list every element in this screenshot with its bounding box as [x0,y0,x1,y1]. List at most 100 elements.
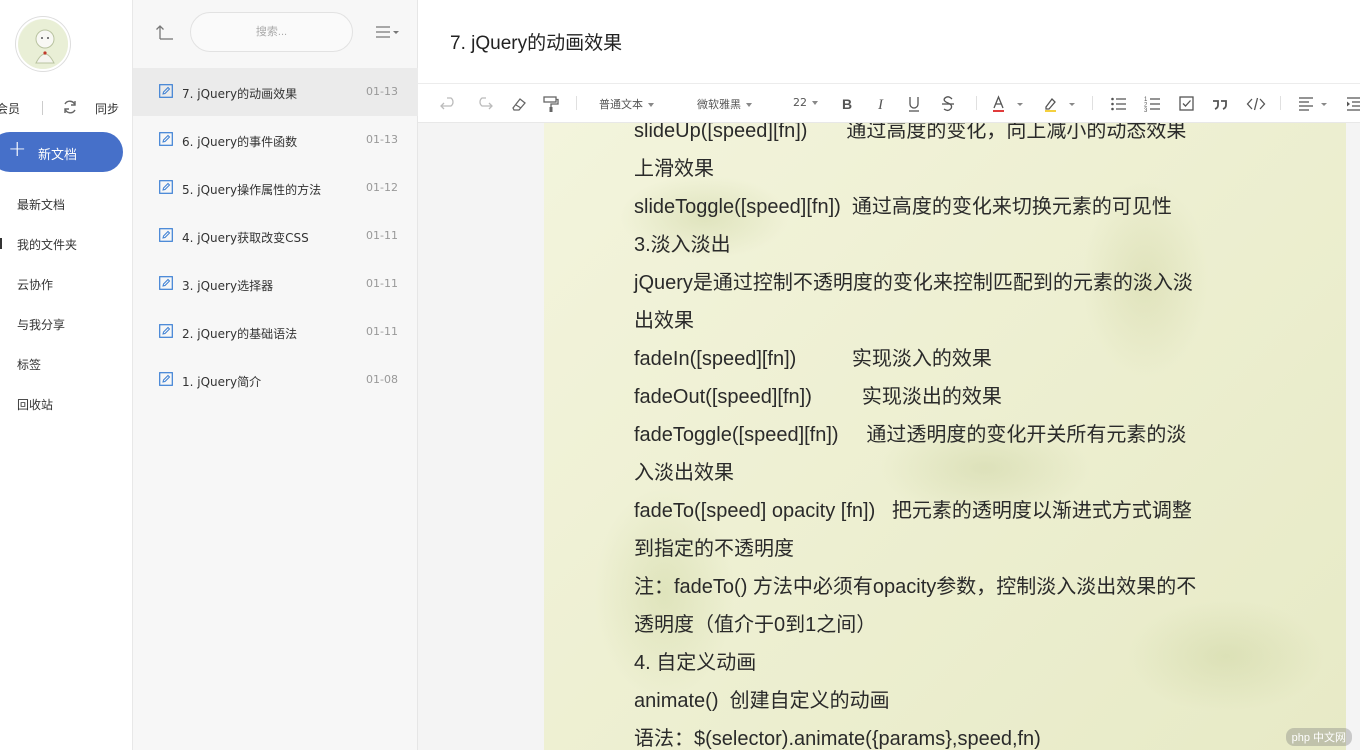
chevron-down-icon [746,103,752,107]
chevron-down-icon [812,101,818,105]
back-up-icon[interactable] [155,23,175,41]
code-icon[interactable] [1246,94,1266,114]
align-left-icon[interactable] [1298,94,1330,114]
list-item[interactable]: 1. jQuery简介 01-08 [133,356,418,404]
font-family-select[interactable]: 微软雅黑 [697,96,752,112]
format-painter-icon[interactable] [542,94,560,114]
search-input[interactable]: 搜索... [190,12,353,52]
content-line: jQuery是通过控制不透明度的变化来控制匹配到的元素的淡入淡 [634,272,1193,294]
edit-doc-icon [159,324,173,338]
content-line: slideUp([speed][fn]) 通过高度的变化，向上减小的动态效果 [634,123,1187,142]
content-line: fadeOut([speed][fn]) 实现淡出的效果 [634,386,1002,408]
content-line: 透明度（值介于0到1之间） [634,614,877,636]
doc-date: 01-13 [366,85,398,98]
doc-title: 7. jQuery的动画效果 [182,87,298,101]
underline-icon[interactable] [906,94,922,114]
list-item[interactable]: 7. jQuery的动画效果 01-13 [133,68,418,116]
document-content[interactable]: slideUp([speed][fn]) 通过高度的变化，向上减小的动态效果 上… [634,123,1274,750]
active-indicator [0,238,2,249]
new-doc-label: 新文档 [38,148,78,163]
list-item[interactable]: 4. jQuery获取改变CSS 01-11 [133,212,418,260]
doc-title: 2. jQuery的基础语法 [182,327,298,341]
toolbar-divider [576,96,577,110]
doc-title: 3. jQuery选择器 [182,279,274,293]
doc-date: 01-11 [366,325,398,338]
checklist-icon[interactable] [1178,94,1196,114]
sidebar-item-label: 云协作 [17,278,54,292]
content-line: 语法：$(selector).animate({params},speed,fn… [634,728,1041,750]
avatar[interactable] [16,17,70,71]
sync-button[interactable]: 同步 [95,100,119,117]
sidebar-item-tags[interactable]: 标签 [0,350,133,390]
edit-doc-icon [159,372,173,386]
doc-date: 01-11 [366,277,398,290]
doc-title: 5. jQuery操作属性的方法 [182,183,322,197]
list-item[interactable]: 3. jQuery选择器 01-11 [133,260,418,308]
sidebar-item-label: 与我分享 [17,318,66,332]
strikethrough-icon[interactable] [940,94,956,114]
sidebar-item-label: 最新文档 [17,198,66,212]
redo-icon[interactable] [475,94,493,114]
edit-doc-icon [159,84,173,98]
content-line: 注：fadeTo() 方法中必须有opacity参数，控制淡入淡出效果的不 [634,576,1197,598]
list-item[interactable]: 2. jQuery的基础语法 01-11 [133,308,418,356]
content-line: slideToggle([speed][fn]) 通过高度的变化来切换元素的可见… [634,196,1172,218]
sidebar-item-trash[interactable]: 回收站 [0,390,133,430]
edit-doc-icon [159,132,173,146]
doc-list: 7. jQuery的动画效果 01-13 6. jQuery的事件函数 01-1… [133,68,418,404]
edit-doc-icon [159,180,173,194]
paragraph-style-value: 普通文本 [599,98,643,111]
doc-title: 4. jQuery获取改变CSS [182,231,309,245]
doc-date: 01-08 [366,373,398,386]
content-line: 入淡出效果 [634,462,734,484]
edit-doc-icon [159,276,173,290]
content-line: 到指定的不透明度 [634,538,794,560]
list-item[interactable]: 6. jQuery的事件函数 01-13 [133,116,418,164]
content-line: fadeToggle([speed][fn]) 通过透明度的变化开关所有元素的淡 [634,424,1187,446]
editor-toolbar: 普通文本 微软雅黑 22 B I 123 [418,84,1360,123]
italic-icon[interactable]: I [873,94,889,114]
plus-icon: + [8,137,27,162]
sync-icon[interactable] [62,99,78,115]
doc-title: 6. jQuery的事件函数 [182,135,298,149]
bullet-list-icon[interactable] [1110,94,1128,114]
content-line: 4. 自定义动画 [634,652,757,674]
sidebar-nav: 最新文档 我的文件夹 云协作 与我分享 标签 回收站 [0,190,133,430]
sidebar-item-my-folders[interactable]: 我的文件夹 [0,230,133,270]
svg-text:3: 3 [1144,108,1148,114]
doc-list-panel: 搜索... 7. jQuery的动画效果 01-13 6. jQuery的事件函… [133,0,418,750]
svg-text:I: I [877,97,884,113]
paragraph-style-select[interactable]: 普通文本 [599,96,654,112]
sidebar-item-label: 回收站 [17,398,54,412]
document-body[interactable]: slideUp([speed][fn]) 通过高度的变化，向上减小的动态效果 上… [544,123,1346,750]
chevron-down-icon [648,103,654,107]
font-family-value: 微软雅黑 [697,98,741,111]
quote-icon[interactable] [1211,94,1229,114]
font-size-select[interactable]: 22 [793,96,818,109]
highlight-color-icon[interactable] [1042,94,1076,114]
sidebar-item-cloud-collab[interactable]: 云协作 [0,270,133,310]
doc-date: 01-13 [366,133,398,146]
list-item[interactable]: 5. jQuery操作属性的方法 01-12 [133,164,418,212]
svg-text:B: B [842,96,852,112]
content-line: 3.淡入淡出 [634,234,731,256]
toolbar-divider [976,96,977,110]
undo-icon[interactable] [440,94,458,114]
numbered-list-icon[interactable]: 123 [1144,94,1162,114]
sidebar-item-latest[interactable]: 最新文档 [0,190,133,230]
content-line: fadeIn([speed][fn]) 实现淡入的效果 [634,348,992,370]
list-menu-icon[interactable] [375,24,401,40]
indent-icon[interactable] [1346,94,1360,114]
content-line: animate() 创建自定义的动画 [634,690,890,712]
sidebar-item-shared-with-me[interactable]: 与我分享 [0,310,133,350]
bold-icon[interactable]: B [839,94,855,114]
toolbar-divider [1092,96,1093,110]
member-link[interactable]: 会员 [0,100,20,117]
font-color-icon[interactable] [990,94,1024,114]
account-row: 会员 同步 [0,98,133,118]
eraser-icon[interactable] [510,94,528,114]
new-doc-button[interactable]: + 新文档 [0,132,123,172]
watermark: php 中文网 [1285,728,1352,746]
doc-title-input[interactable]: 7. jQuery的动画效果 [450,28,622,55]
sidebar-item-label: 我的文件夹 [17,238,78,252]
